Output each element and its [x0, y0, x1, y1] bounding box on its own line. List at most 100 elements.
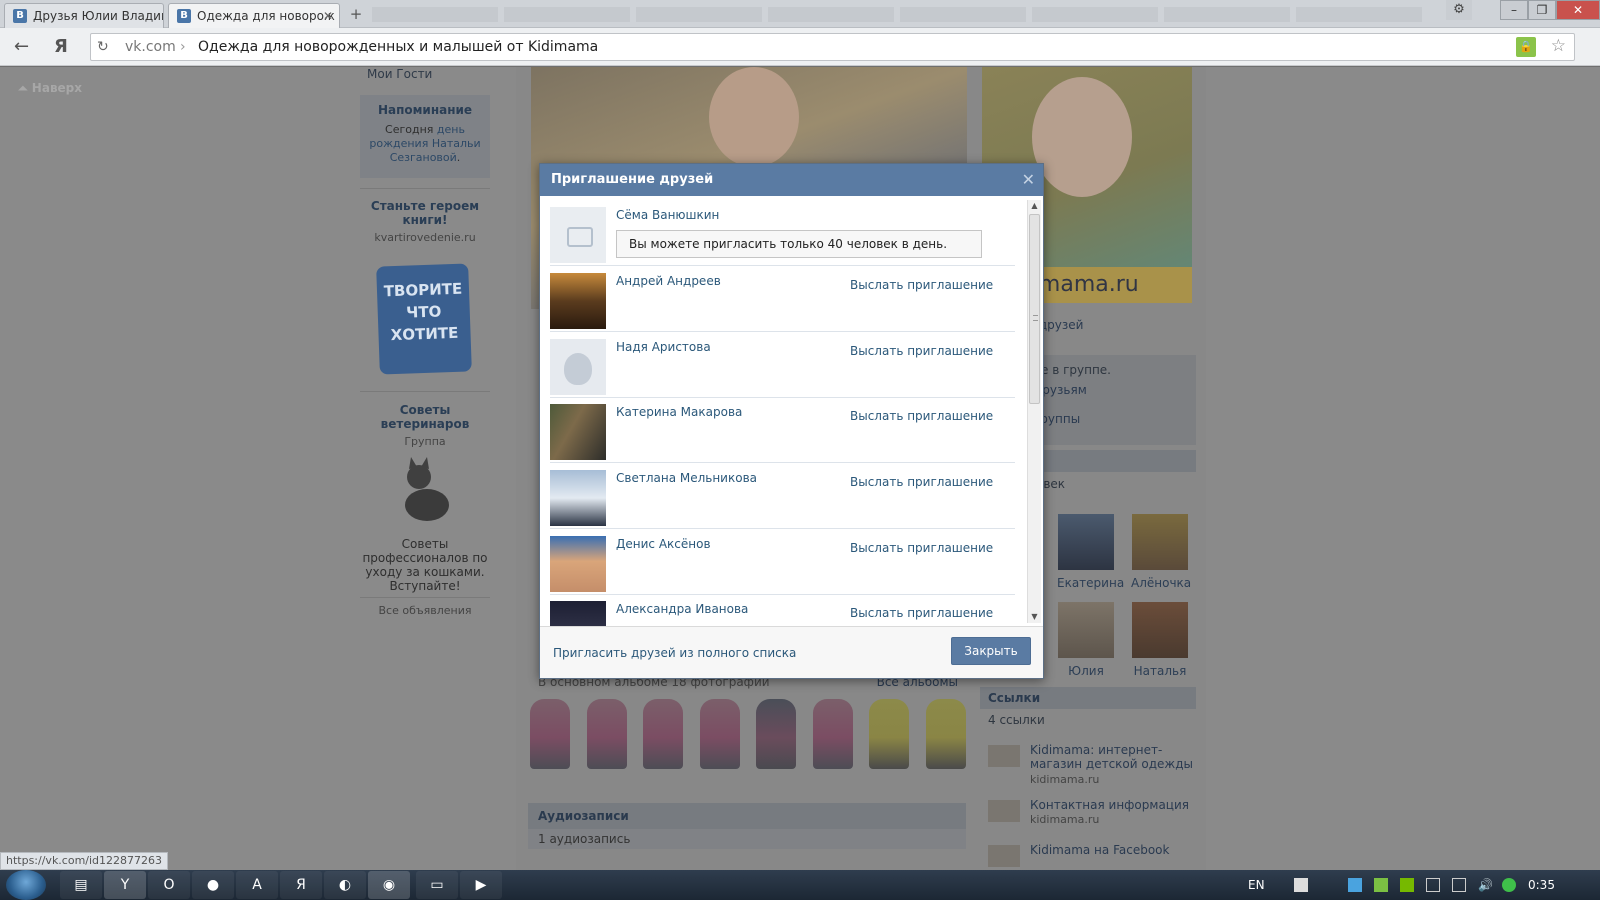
friend-avatar[interactable] — [550, 404, 606, 460]
omnibox[interactable]: ↻ vk.com › Одежда для новорожденных и ма… — [90, 33, 1575, 61]
album-photo[interactable] — [869, 699, 910, 769]
link-title[interactable]: Контактная информация — [1030, 798, 1200, 812]
scroll-up-link[interactable]: ⏶ Наверх — [18, 81, 82, 96]
tab-close-icon[interactable]: ✕ — [323, 4, 333, 28]
link-domain: kidimama.ru — [1030, 773, 1100, 786]
friend-avatar[interactable] — [550, 601, 606, 626]
camera-placeholder-avatar[interactable] — [550, 207, 606, 263]
maximize-icon[interactable]: ❐ — [1528, 0, 1556, 20]
my-guests-link[interactable]: Мои Гости — [367, 67, 432, 81]
url-domain: vk.com — [125, 39, 176, 55]
lock-icon[interactable]: 🔒 — [1516, 37, 1536, 57]
links-header[interactable]: Ссылки — [980, 687, 1196, 709]
tab-friends[interactable]: В Друзья Юлии Владим — [4, 3, 164, 28]
nvidia-icon[interactable] — [1400, 878, 1414, 892]
start-button-icon[interactable] — [6, 870, 46, 900]
dialog-footer: Пригласить друзей из полного списка Закр… — [540, 626, 1043, 678]
scrollbar-grip-icon — [1033, 315, 1038, 321]
explorer-taskbar-icon[interactable]: ▤ — [60, 871, 102, 899]
visual-studio-taskbar-icon[interactable]: ▶ — [460, 871, 502, 899]
language-indicator[interactable]: EN — [1248, 878, 1265, 892]
appstore-taskbar-icon[interactable]: A — [236, 871, 278, 899]
bookmark-star-icon[interactable]: ☆ — [1551, 36, 1566, 56]
send-invite-button[interactable]: Выслать приглашение — [850, 606, 993, 620]
audio-count: 1 аудиозапись — [528, 829, 966, 849]
friend-name[interactable]: Светлана Мельникова — [616, 471, 757, 485]
friend-name[interactable]: Андрей Андреев — [616, 274, 721, 288]
close-button[interactable]: Закрыть — [951, 637, 1031, 665]
send-invite-button[interactable]: Выслать приглашение — [850, 344, 993, 358]
send-invite-button[interactable]: Выслать приглашение — [850, 278, 993, 292]
ad-book-title[interactable]: Станьте героем книги! — [360, 199, 490, 227]
friend-name[interactable]: Александра Иванова — [616, 602, 748, 616]
friend-name[interactable]: Катерина Макарова — [616, 405, 742, 419]
link-title[interactable]: Kidimama на Facebook — [1030, 843, 1200, 857]
scroll-up-arrow-icon[interactable]: ▲ — [1028, 200, 1041, 212]
network-icon[interactable] — [1426, 878, 1440, 892]
ad-book-logo[interactable]: ТВОРИТЕ ЧТО ХОТИТЕ — [376, 263, 472, 375]
member-card[interactable]: Юлия — [1057, 602, 1115, 678]
friend-name[interactable]: Денис Аксёнов — [616, 537, 711, 551]
reminder-box: Напоминание Сегодня день рождения Наталь… — [360, 95, 490, 178]
friends-list[interactable]: Сёма Ванюшкин Вы можете пригласить тольк… — [540, 196, 1043, 626]
flag-icon[interactable] — [1452, 878, 1466, 892]
update-icon[interactable] — [1502, 878, 1516, 892]
all-ads-link[interactable]: Все объявления — [360, 604, 490, 617]
send-invite-button[interactable]: Выслать приглашение — [850, 409, 993, 423]
opera-taskbar-icon[interactable]: O — [148, 871, 190, 899]
send-invite-button[interactable]: Выслать приглашение — [850, 541, 993, 555]
back-arrow-icon[interactable]: ← — [14, 36, 29, 57]
album-photo[interactable] — [530, 699, 570, 769]
yandex-taskbar-icon[interactable]: Я — [280, 871, 322, 899]
yandex-logo-icon[interactable]: Я — [54, 36, 68, 57]
album-photo[interactable] — [925, 699, 966, 769]
dialog-close-icon[interactable]: ✕ — [1022, 164, 1035, 196]
scrollbar-thumb[interactable] — [1029, 214, 1040, 404]
album-photo[interactable] — [643, 699, 684, 769]
list-scrollbar[interactable]: ▲ ▼ — [1027, 200, 1041, 623]
volume-icon[interactable]: 🔊 — [1478, 878, 1493, 892]
friend-avatar[interactable] — [550, 470, 606, 526]
window-close-icon[interactable]: ✕ — [1556, 0, 1600, 20]
album-photo[interactable] — [699, 699, 740, 769]
ad-vet-title[interactable]: Советы ветеринаров — [360, 403, 490, 431]
background-tabs[interactable] — [372, 7, 1422, 22]
tab-kidimama[interactable]: В Одежда для новорож ✕ — [168, 3, 340, 28]
ad-vet-description[interactable]: Советы профессионалов по уходу за кошкам… — [360, 537, 490, 593]
tray-app-icon[interactable] — [1348, 878, 1362, 892]
clock[interactable]: 0:35 — [1528, 878, 1555, 892]
firefox-taskbar-icon[interactable]: ◉ — [368, 871, 410, 899]
album-photo[interactable] — [586, 699, 627, 769]
friend-name[interactable]: Надя Аристова — [616, 340, 711, 354]
link-title[interactable]: Kidimama: интернет-магазин детской одежд… — [1030, 743, 1200, 771]
friend-avatar[interactable] — [550, 273, 606, 329]
screen-taskbar-icon[interactable]: ▭ — [416, 871, 458, 899]
member-card[interactable]: Наталья — [1131, 602, 1189, 678]
tray-app-icon[interactable] — [1374, 878, 1388, 892]
ad-book-domain[interactable]: kvartirovedenie.ru — [360, 231, 490, 244]
member-card[interactable]: Екатерина — [1057, 514, 1124, 590]
divider — [360, 391, 490, 392]
audio-header[interactable]: Аудиозаписи — [528, 803, 966, 829]
settings-gear-icon[interactable]: ⚙ — [1446, 0, 1472, 20]
send-invite-button[interactable]: Выслать приглашение — [850, 475, 993, 489]
friend-avatar[interactable] — [550, 536, 606, 592]
invite-limit-notice: Вы можете пригласить только 40 человек в… — [616, 230, 982, 258]
new-tab-button[interactable]: + — [346, 5, 366, 23]
app-taskbar-icon[interactable]: ● — [192, 871, 234, 899]
tray-app-icon[interactable] — [1294, 878, 1308, 892]
member-name: Алёночка — [1131, 576, 1192, 590]
dog-placeholder-avatar[interactable] — [550, 339, 606, 395]
album-photo[interactable] — [812, 699, 853, 769]
yandex-browser-taskbar-icon[interactable]: Y — [104, 871, 146, 899]
friend-name[interactable]: Сёма Ванюшкин — [616, 208, 719, 222]
app-taskbar-icon[interactable]: ◐ — [324, 871, 366, 899]
invite-from-full-list-link[interactable]: Пригласить друзей из полного списка — [553, 646, 796, 660]
reminder-text: Сегодня день рождения Натальи Сезгановой… — [369, 123, 481, 164]
album-photo[interactable] — [756, 699, 797, 769]
member-card[interactable]: Алёночка — [1131, 514, 1192, 590]
minimize-icon[interactable]: – — [1500, 0, 1528, 20]
reload-icon[interactable]: ↻ — [97, 39, 109, 55]
scroll-down-arrow-icon[interactable]: ▼ — [1028, 611, 1041, 623]
cat-image[interactable] — [397, 457, 455, 525]
